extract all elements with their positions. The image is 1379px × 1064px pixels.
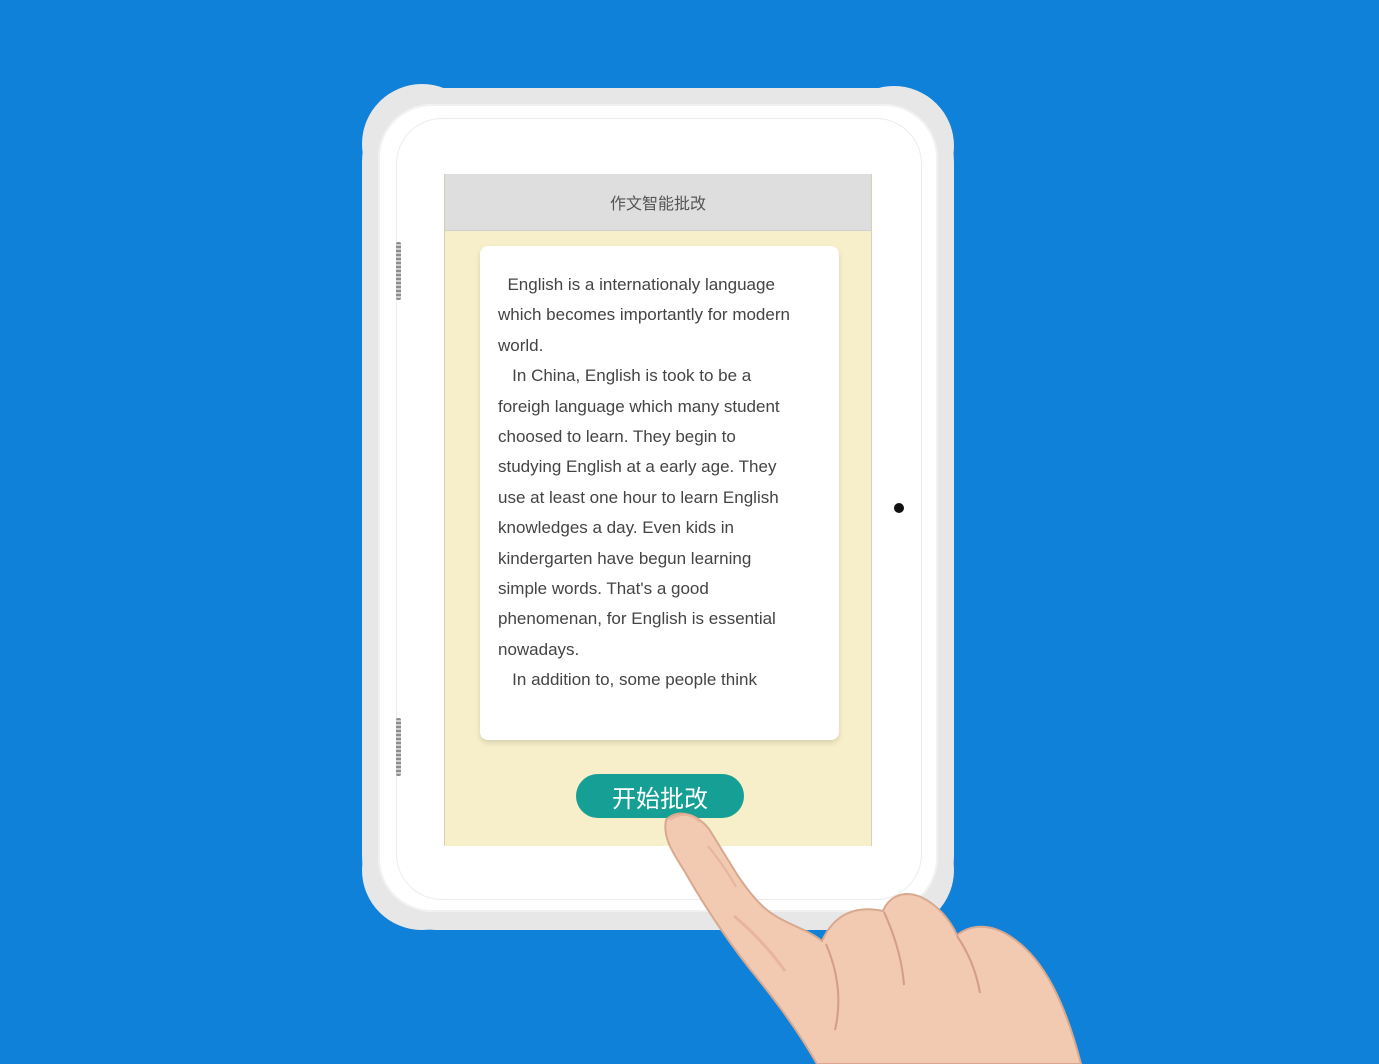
start-grading-button[interactable]: 开始批改	[576, 774, 744, 818]
tablet-screen: 作文智能批改 English is a internationaly langu…	[444, 174, 872, 846]
essay-text: English is a internationaly language whi…	[498, 275, 790, 690]
essay-card[interactable]: English is a internationaly language whi…	[480, 246, 839, 740]
app-header: 作文智能批改	[445, 174, 871, 231]
tablet-side-grip-top	[396, 242, 401, 300]
tablet-side-grip-bottom	[396, 718, 401, 776]
page-title: 作文智能批改	[609, 194, 706, 213]
promo-scene: 作文智能批改 English is a internationaly langu…	[0, 0, 1379, 1064]
camera-dot-icon	[894, 503, 904, 513]
